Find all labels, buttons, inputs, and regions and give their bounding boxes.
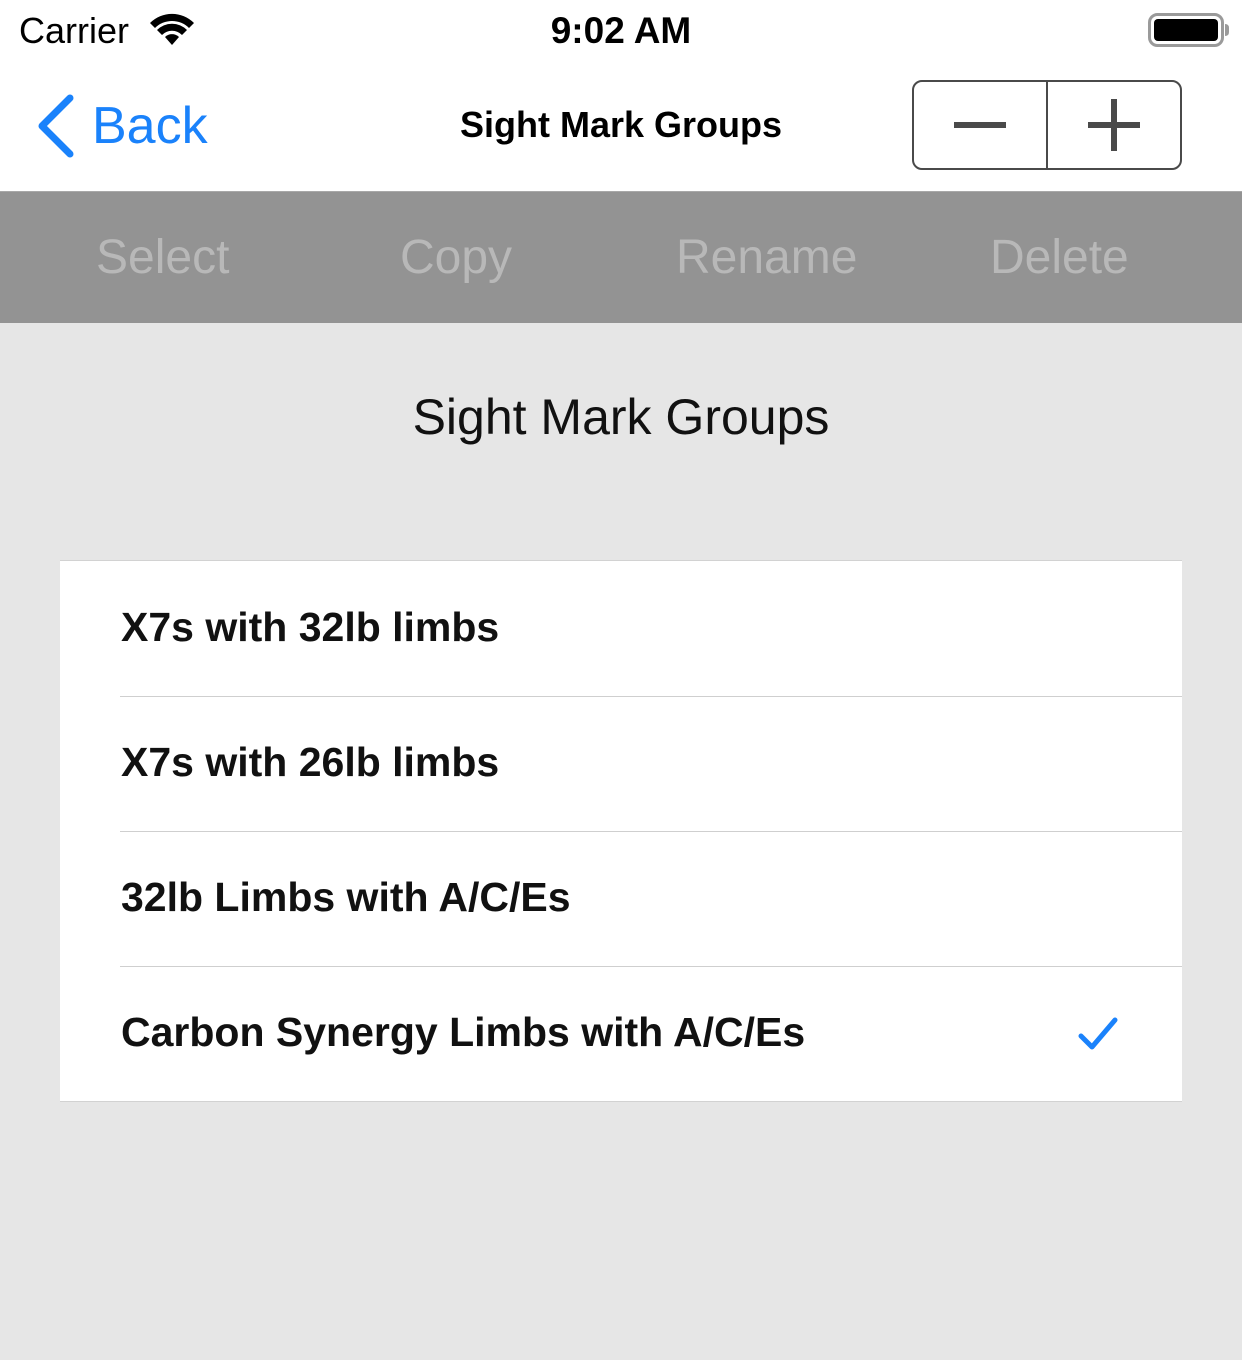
list-item-selected[interactable]: Carbon Synergy Limbs with A/C/Es [60,966,1182,1101]
minus-icon [954,122,1006,128]
nav-title: Sight Mark Groups [459,104,783,145]
list-item[interactable]: 32lb Limbs with A/C/Es [60,831,1182,966]
status-time: 9:02 AM [550,10,692,51]
back-label: Back [92,97,208,155]
list-item-label: Carbon Synergy Limbs with A/C/Es [121,1009,806,1055]
stepper-control [912,80,1182,170]
status-bar: Carrier 9:02 AM [0,0,1242,62]
plus-icon [1088,99,1140,151]
copy-button[interactable]: Copy [400,230,512,286]
list-item[interactable]: X7s with 32lb limbs [60,561,1182,696]
sight-mark-group-list: X7s with 32lb limbs X7s with 26lb limbs … [60,560,1182,1102]
navigation-bar: Back Sight Mark Groups [0,62,1242,192]
increment-button[interactable] [1046,82,1180,168]
decrement-button[interactable] [914,82,1046,168]
list-item-label: 32lb Limbs with A/C/Es [121,874,571,920]
list-item-label: X7s with 32lb limbs [121,604,500,650]
list-item[interactable]: X7s with 26lb limbs [60,696,1182,831]
chevron-left-icon [38,94,74,158]
rename-button[interactable]: Rename [676,230,857,286]
checkmark-icon [1078,1017,1118,1050]
list-item-label: X7s with 26lb limbs [121,739,500,785]
select-button[interactable]: Select [96,230,229,286]
battery-icon [1148,13,1229,47]
delete-button[interactable]: Delete [990,230,1129,286]
back-button[interactable]: Back [34,90,208,162]
section-title: Sight Mark Groups [412,389,830,445]
action-toolbar: Select Copy Rename Delete [0,192,1242,323]
